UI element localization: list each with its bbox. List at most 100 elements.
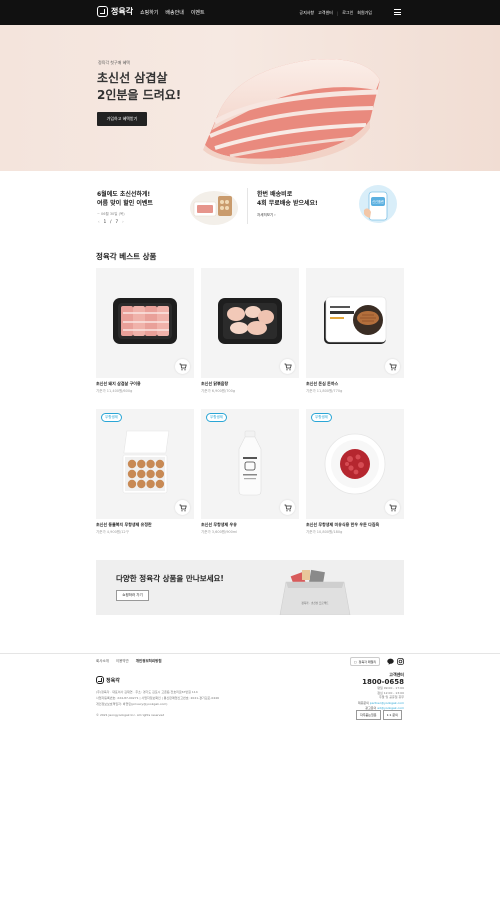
promo-left-line1: 6월에도 초신선하게! (97, 191, 151, 198)
cart-icon (179, 504, 187, 511)
product-name[interactable]: 초신선 돼지 삼겹살 구이용 (96, 381, 194, 387)
fresh-plan-label: 신선플랜 (372, 199, 384, 204)
family-site-label: 정육각 패밀리 (358, 659, 377, 664)
banner-shop-button[interactable]: 쇼핑하러 가기 (116, 590, 149, 601)
hero-signup-button[interactable]: 가입하고 혜택받기 (97, 112, 147, 126)
product-name[interactable]: 초신선 무항생제 우유 (201, 522, 299, 528)
nav-delivery[interactable]: 배송안내 (165, 9, 183, 16)
product-thumb[interactable]: 무항생제 (96, 409, 194, 519)
product-thumb[interactable]: 무항생제 (201, 409, 299, 519)
cart-icon (284, 504, 292, 511)
pager-total: 7 (115, 219, 119, 224)
instagram-icon[interactable] (397, 658, 404, 665)
util-cs[interactable]: 고객센터 (318, 10, 333, 16)
cs-hours: 평일 09:00 - 17:00 점심 12:00 - 13:00 주말 및 공… (358, 686, 404, 700)
add-to-cart-button[interactable] (280, 500, 295, 515)
product-thumb[interactable] (306, 268, 404, 378)
footer-logo-icon (96, 676, 104, 684)
product-thumb[interactable]: 무항생제 (306, 409, 404, 519)
promo-right-title[interactable]: 한번 배송비로 4회 무료배송 받으세요! (257, 190, 318, 208)
product-thumb[interactable] (96, 268, 194, 378)
menu-icon[interactable] (394, 9, 401, 15)
family-site-icon: ▢ (353, 659, 357, 664)
product-card[interactable]: 초신선 돼지 삼겹살 구이용 기준가 11,400원/600g (96, 268, 194, 394)
add-to-cart-button[interactable] (385, 359, 400, 374)
best-products-title: 정육각 베스트 상품 (96, 252, 157, 261)
promo-pager: ‹ 1 / 7 › (98, 219, 124, 224)
pager-next-icon[interactable]: › (122, 219, 124, 224)
promo-right-more-link[interactable]: 자세히보기 › (257, 213, 276, 218)
footer-link-terms[interactable]: 이용약관 (116, 659, 129, 664)
footer-link-company[interactable]: 회사소개 (96, 659, 109, 664)
faq-button[interactable]: 자주묻는질문 (356, 710, 381, 720)
pager-prev-icon[interactable]: ‹ (98, 219, 100, 224)
fresh-plan-phone-image: 신선플랜 (359, 185, 397, 223)
promo-right-line2: 4회 무료배송 받으세요! (257, 200, 318, 207)
footer-link-privacy[interactable]: 개인정보처리방침 (136, 659, 162, 664)
product-card[interactable]: 무항생제 초신선 동물복지 무항생제 유정란 기준가 4,900원/12구 (96, 409, 194, 535)
partner-label: 제휴문의 (357, 700, 369, 705)
main-nav: 쇼핑하기 배송안내 이벤트 (140, 9, 205, 16)
cs-phone[interactable]: 1800-0658 (358, 678, 404, 686)
shopping-bag-image: 정육각 · 초신선 프로젝트 (279, 569, 351, 615)
hero-banner: 정육각 첫구매 혜택 초신선 삼겹살 2인분을 드려요! 가입하고 혜택받기 (0, 25, 500, 171)
product-card[interactable]: 초신선 닭볶음탕 기준가 6,900원/700g (201, 268, 299, 394)
pork-belly-image (203, 59, 380, 165)
promo-left-date: ~ 06월 30일 (목) (97, 212, 125, 216)
product-card[interactable]: 초신선 돈심 돈까스 기준가 11,800원/770g (306, 268, 404, 394)
cart-icon (389, 363, 397, 370)
add-to-cart-button[interactable] (175, 359, 190, 374)
promo-gift-box-image (190, 191, 238, 225)
kakao-icon[interactable] (387, 658, 394, 665)
family-site-select[interactable]: ▢ 정육각 패밀리 (350, 657, 380, 666)
promo-right-line1: 한번 배송비로 (257, 191, 293, 198)
product-price: 기준가 10,800원/180g (306, 530, 343, 534)
promo-divider (247, 188, 248, 224)
hero-title-line2: 2인분을 드려요! (97, 88, 182, 102)
pager-current: 1 (103, 219, 107, 224)
hero-title: 초신선 삼겹살 2인분을 드려요! (97, 70, 181, 104)
product-card[interactable]: 무항생제 초신선 무항생제 미유식용 한우 우둔 다짐육 기준가 10,800원… (306, 409, 404, 535)
footer-logo[interactable]: 정육각 (96, 676, 120, 684)
product-price: 기준가 6,900원/700g (201, 389, 236, 393)
partner-mail[interactable]: partner@yookgak.com (370, 701, 404, 705)
util-notice[interactable]: 공지사항 (299, 10, 314, 16)
top-header: 정육각 쇼핑하기 배송안내 이벤트 공지사항 고객센터 | 로그인 회원가입 (0, 0, 500, 25)
add-to-cart-button[interactable] (385, 500, 400, 515)
ad-mail[interactable]: ad@yookgak.com (377, 706, 404, 710)
product-name[interactable]: 초신선 돈심 돈까스 (306, 381, 404, 387)
product-price: 기준가 11,400원/600g (96, 389, 133, 393)
product-card[interactable]: 무항생제 초신선 무항생제 우유 기준가 3,600원/900ml (201, 409, 299, 535)
nav-event[interactable]: 이벤트 (191, 9, 205, 16)
product-thumb[interactable] (201, 268, 299, 378)
cart-icon (179, 363, 187, 370)
header-logo[interactable]: 정육각 (97, 6, 133, 17)
cs-mail: 제휴문의 partner@yookgak.com 광고문의 ad@yookgak… (358, 701, 404, 711)
nav-shop[interactable]: 쇼핑하기 (140, 9, 158, 16)
copyright: © 2021 Jeongyookgak Inc. All rights rese… (96, 713, 165, 717)
cs-buttons: 자주묻는질문 1:1 문의 (356, 710, 402, 720)
product-name[interactable]: 초신선 무항생제 미유식용 한우 우둔 다짐육 (306, 522, 404, 528)
product-name[interactable]: 초신선 닭볶음탕 (201, 381, 299, 387)
add-to-cart-button[interactable] (280, 359, 295, 374)
promo-left-title[interactable]: 6월에도 초신선하게! 여름 맞이 할인 이벤트 (97, 190, 153, 208)
product-price: 기준가 3,600원/900ml (201, 530, 238, 534)
banner-title: 다양한 정육각 상품을 만나보세요! (116, 574, 224, 583)
product-price: 기준가 4,900원/12구 (96, 530, 129, 534)
util-signup[interactable]: 회원가입 (357, 10, 372, 16)
product-name[interactable]: 초신선 동물복지 무항생제 유정란 (96, 522, 194, 528)
cart-icon (389, 504, 397, 511)
add-to-cart-button[interactable] (175, 500, 190, 515)
logo-icon (97, 6, 108, 17)
logo-text: 정육각 (111, 7, 134, 16)
cart-icon (284, 363, 292, 370)
bag-brand-text: 정육각 · 초신선 프로젝트 (301, 601, 329, 605)
util-login[interactable]: 로그인 (342, 10, 353, 16)
shop-more-banner: 다양한 정육각 상품을 만나보세요! 쇼핑하러 가기 정육각 · 초신선 프로젝… (96, 560, 404, 615)
inquiry-button[interactable]: 1:1 문의 (382, 710, 402, 720)
cs-hours-line3: 주말 및 공휴일 휴무 (379, 695, 404, 699)
util-separator: | (336, 10, 339, 16)
footer-links: 회사소개 이용약관 개인정보처리방침 (96, 659, 162, 664)
pager-slash: / (110, 219, 112, 224)
product-price: 기준가 11,800원/770g (306, 389, 343, 393)
